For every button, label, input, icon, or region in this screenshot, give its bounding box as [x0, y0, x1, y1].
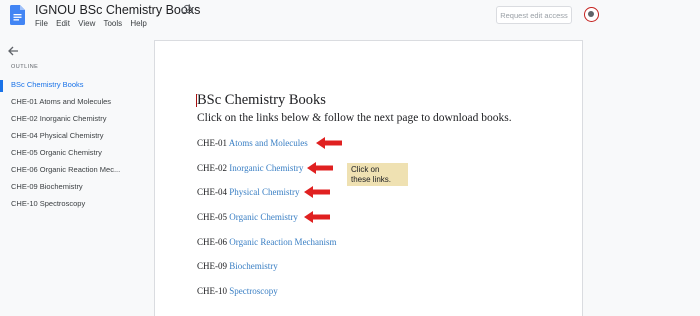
book-line-che-09: CHE-09 Biochemistry	[197, 261, 278, 271]
book-code: CHE-06	[197, 237, 227, 247]
menu-tools[interactable]: Tools	[103, 19, 122, 28]
book-line-che-02: CHE-02 Inorganic Chemistry	[197, 163, 303, 173]
cloud-status-icon[interactable]	[181, 4, 193, 14]
callout-line-2: these links.	[351, 175, 392, 184]
outline-item-che-06[interactable]: CHE-06 Organic Reaction Mec...	[11, 165, 120, 174]
callout-line-1: Click on	[351, 165, 380, 174]
book-link-organic-chemistry[interactable]: Organic Chemistry	[229, 212, 298, 222]
book-link-spectroscopy[interactable]: Spectroscopy	[229, 286, 278, 296]
click-links-callout: Click on these links.	[347, 163, 408, 186]
outline-item-bsc-chemistry-books[interactable]: BSc Chemistry Books	[11, 80, 84, 89]
outline-active-marker	[0, 80, 3, 92]
red-arrow-icon	[304, 186, 330, 198]
book-line-che-04: CHE-04 Physical Chemistry	[197, 187, 300, 197]
menu-bar: File Edit View Tools Help	[35, 19, 153, 28]
outline-item-che-10[interactable]: CHE-10 Spectroscopy	[11, 199, 85, 208]
document-subtitle: Click on the links below & follow the ne…	[197, 112, 512, 124]
back-arrow-icon[interactable]	[7, 45, 19, 57]
book-code: CHE-10	[197, 286, 227, 296]
book-line-che-06: CHE-06 Organic Reaction Mechanism	[197, 237, 337, 247]
book-line-che-10: CHE-10 Spectroscopy	[197, 286, 278, 296]
book-code: CHE-02	[197, 163, 227, 173]
outline-heading: OUTLINE	[11, 64, 39, 70]
outline-item-che-09[interactable]: CHE-09 Biochemistry	[11, 182, 83, 191]
menu-view[interactable]: View	[78, 19, 95, 28]
app-header: IGNOU BSc Chemistry Books File Edit View…	[0, 0, 700, 32]
outline-item-che-02[interactable]: CHE-02 Inorganic Chemistry	[11, 114, 106, 123]
menu-edit[interactable]: Edit	[56, 19, 70, 28]
book-link-organic-reaction-mechanism[interactable]: Organic Reaction Mechanism	[229, 237, 336, 247]
book-code: CHE-04	[197, 187, 227, 197]
red-arrow-icon	[316, 137, 342, 149]
red-arrow-icon	[307, 162, 333, 174]
outline-item-che-05[interactable]: CHE-05 Organic Chemistry	[11, 148, 102, 157]
book-link-atoms-and-molecules[interactable]: Atoms and Molecules	[229, 138, 308, 148]
menu-help[interactable]: Help	[130, 19, 146, 28]
book-link-physical-chemistry[interactable]: Physical Chemistry	[229, 187, 299, 197]
red-arrow-icon	[304, 211, 330, 223]
book-line-che-01: CHE-01 Atoms and Molecules	[197, 138, 308, 148]
book-link-biochemistry[interactable]: Biochemistry	[229, 261, 278, 271]
outline-item-che-04[interactable]: CHE-04 Physical Chemistry	[11, 131, 104, 140]
book-code: CHE-01	[197, 138, 227, 148]
request-edit-access-button[interactable]: Request edit access	[496, 6, 572, 24]
account-avatar[interactable]	[584, 7, 599, 22]
book-code: CHE-05	[197, 212, 227, 222]
outline-item-che-01[interactable]: CHE-01 Atoms and Molecules	[11, 97, 111, 106]
book-code: CHE-09	[197, 261, 227, 271]
book-line-che-05: CHE-05 Organic Chemistry	[197, 212, 298, 222]
document-title[interactable]: IGNOU BSc Chemistry Books	[35, 3, 200, 17]
docs-icon[interactable]	[10, 5, 25, 25]
menu-file[interactable]: File	[35, 19, 48, 28]
document-heading: BSc Chemistry Books	[197, 92, 326, 108]
book-link-inorganic-chemistry[interactable]: Inorganic Chemistry	[229, 163, 303, 173]
